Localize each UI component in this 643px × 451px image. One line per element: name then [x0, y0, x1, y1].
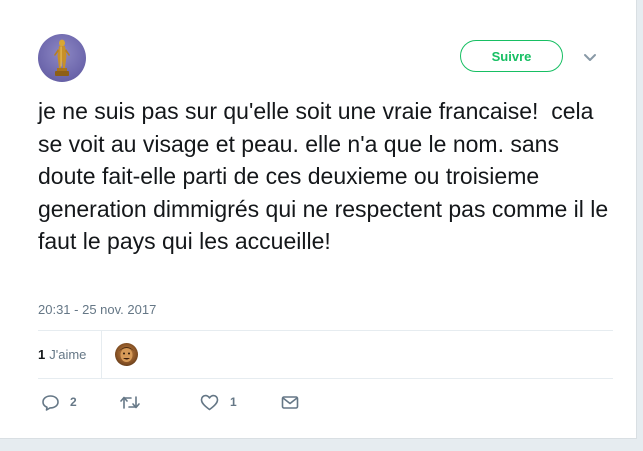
tweet-card: Suivre je ne suis pas sur qu'elle soit u… — [0, 0, 637, 439]
like-action[interactable]: 1 — [200, 393, 237, 411]
envelope-icon — [281, 395, 299, 409]
tweet-text: je ne suis pas sur qu'elle soit une vrai… — [38, 98, 615, 254]
retweet-action[interactable] — [119, 393, 141, 411]
author-avatar[interactable] — [38, 34, 86, 82]
divider — [38, 378, 613, 379]
tweet-timestamp[interactable]: 20:31 - 25 nov. 2017 — [38, 302, 156, 317]
heart-icon — [200, 394, 219, 410]
liker-avatar[interactable] — [115, 343, 138, 366]
reply-icon — [42, 394, 59, 411]
like-count: 1 — [230, 395, 237, 409]
follow-button[interactable]: Suivre — [460, 40, 563, 72]
stats-divider — [101, 331, 102, 378]
reply-count: 2 — [70, 395, 77, 409]
chevron-down-icon[interactable] — [582, 50, 598, 64]
likes-stat[interactable]: 1 J'aime — [38, 347, 86, 362]
reply-action[interactable]: 2 — [41, 393, 77, 411]
likes-count: 1 — [38, 347, 46, 362]
trophy-statue-icon — [54, 39, 70, 76]
divider — [38, 330, 613, 331]
retweet-icon — [120, 395, 140, 409]
likes-label: J'aime — [49, 347, 87, 362]
message-action[interactable] — [281, 393, 299, 411]
